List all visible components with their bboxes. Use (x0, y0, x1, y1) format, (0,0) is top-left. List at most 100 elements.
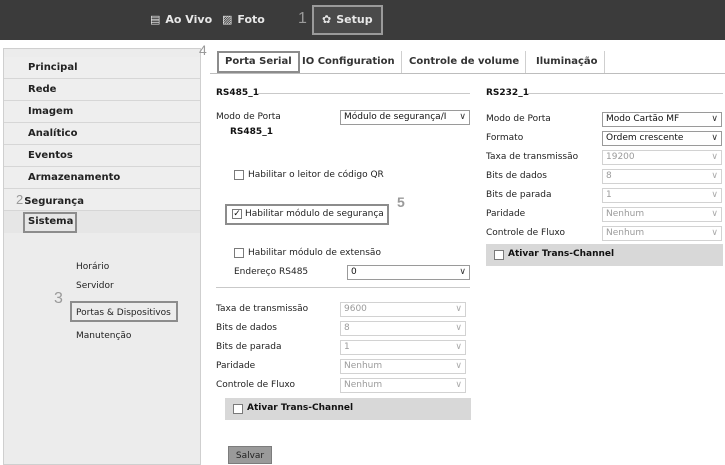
chevron-down-icon: ∨ (455, 342, 462, 352)
chevron-down-icon: ∨ (711, 133, 718, 143)
chevron-down-icon: ∨ (455, 323, 462, 333)
rs232-port-mode-value: Modo Cartão MF (606, 114, 680, 124)
rs232-format-select[interactable]: Ordem crescente ∨ (602, 131, 722, 146)
security-module-label: Habilitar módulo de segurança (245, 209, 384, 219)
chevron-down-icon: ∨ (459, 267, 466, 277)
extension-module-label: Habilitar módulo de extensão (248, 248, 381, 258)
rs232-baud-select[interactable]: 19200 ∨ (602, 150, 722, 165)
rs485-address-value: 0 (351, 267, 357, 277)
rs485-port-mode-value: Módulo de segurança/I (344, 112, 447, 122)
rs485-databits-select[interactable]: 8 ∨ (340, 321, 466, 336)
chevron-down-icon: ∨ (711, 171, 718, 181)
rs232-stopbits-select[interactable]: 1 ∨ (602, 188, 722, 203)
rs485-baud-label: Taxa de transmissão (216, 304, 309, 314)
chevron-down-icon: ∨ (459, 112, 466, 122)
rs232-parity-select[interactable]: Nenhum ∨ (602, 207, 722, 222)
step-number-1: 1 (298, 10, 307, 27)
sub-item-manutencao[interactable]: Manutenção (76, 331, 131, 341)
rs485-group-title: RS485_1 (216, 88, 259, 98)
rs232-databits-value: 8 (606, 171, 612, 181)
rs232-parity-label: Paridade (486, 209, 526, 219)
rs232-format-value: Ordem crescente (606, 133, 684, 143)
chevron-down-icon: ∨ (711, 114, 718, 124)
rs485-stopbits-value: 1 (344, 342, 350, 352)
rs485-trans-channel-bar: Ativar Trans-Channel (225, 398, 471, 420)
rs485-flow-select[interactable]: Nenhum ∨ (340, 378, 466, 393)
nav-live-label: Ao Vivo (165, 13, 213, 26)
rs232-stopbits-label: Bits de parada (486, 190, 552, 200)
rs485-inner-group-title: RS485_1 (230, 127, 273, 137)
sidebar-sistema-highlight (23, 212, 77, 233)
rs232-flow-value: Nenhum (606, 228, 645, 238)
rs232-trans-channel-checkbox[interactable] (494, 250, 504, 260)
rs232-flow-label: Controle de Fluxo (486, 228, 565, 238)
qr-reader-label: Habilitar o leitor de código QR (248, 170, 384, 180)
chevron-down-icon: ∨ (711, 209, 718, 219)
rs485-databits-label: Bits de dados (216, 323, 278, 333)
rs485-stopbits-label: Bits de parada (216, 342, 282, 352)
sidebar: Principal Rede Imagem Analítico Eventos … (3, 48, 201, 465)
tab-controle-volume[interactable]: Controle de volume (403, 51, 527, 73)
sub-item-portas-highlight (70, 301, 178, 322)
rs232-port-mode-label: Modo de Porta (486, 114, 551, 124)
tab-iluminacao[interactable]: Iluminação (530, 51, 605, 73)
rs232-stopbits-value: 1 (606, 190, 612, 200)
rs485-flow-value: Nenhum (344, 380, 383, 390)
rs485-address-select[interactable]: 0 ∨ (347, 265, 470, 280)
sidebar-item-seguranca[interactable]: 2Segurança (4, 189, 200, 211)
chevron-down-icon: ∨ (711, 228, 718, 238)
tab-io-configuration[interactable]: IO Configuration (296, 51, 402, 73)
save-button[interactable]: Salvar (228, 446, 272, 464)
sidebar-item-analitico[interactable]: Analítico (4, 123, 200, 145)
top-navigation-bar: ▤ Ao Vivo ▨ Foto 1 ✿ Setup (0, 0, 725, 40)
step-number-3: 3 (54, 290, 63, 307)
qr-reader-checkbox[interactable] (234, 170, 244, 180)
step-number-4: 4 (199, 42, 207, 58)
tab-porta-serial[interactable]: Porta Serial (217, 51, 300, 73)
chevron-down-icon: ∨ (711, 152, 718, 162)
nav-setup[interactable]: ✿ Setup (312, 5, 383, 35)
rs232-port-mode-select[interactable]: Modo Cartão MF ∨ (602, 112, 722, 127)
rs485-trans-channel-label: Ativar Trans-Channel (247, 403, 354, 413)
security-module-checkbox[interactable]: ✓ (232, 209, 242, 219)
chevron-down-icon: ∨ (455, 380, 462, 390)
nav-setup-label: Setup (336, 13, 373, 26)
sidebar-item-rede[interactable]: Rede (4, 79, 200, 101)
step-number-2: 2 (16, 192, 24, 207)
rs485-port-mode-select[interactable]: Módulo de segurança/I ∨ (340, 110, 470, 125)
rs232-format-label: Formato (486, 133, 524, 143)
image-icon: ▨ (222, 13, 233, 26)
rs485-parity-label: Paridade (216, 361, 256, 371)
sidebar-item-principal[interactable]: Principal (4, 57, 200, 79)
sidebar-item-imagem[interactable]: Imagem (4, 101, 200, 123)
rs232-baud-label: Taxa de transmissão (486, 152, 579, 162)
sub-item-horario[interactable]: Horário (76, 262, 109, 272)
nav-photo-label: Foto (237, 13, 265, 26)
rs232-flow-select[interactable]: Nenhum ∨ (602, 226, 722, 241)
sub-item-servidor[interactable]: Servidor (76, 281, 114, 291)
nav-photo[interactable]: ▨ Foto (222, 0, 265, 40)
rs485-flow-label: Controle de Fluxo (216, 380, 295, 390)
rs232-group-line (528, 93, 723, 94)
rs485-databits-value: 8 (344, 323, 350, 333)
rs485-baud-select[interactable]: 9600 ∨ (340, 302, 466, 317)
chevron-down-icon: ∨ (455, 304, 462, 314)
gear-icon: ✿ (322, 13, 332, 26)
rs485-parity-value: Nenhum (344, 361, 383, 371)
chevron-down-icon: ∨ (711, 190, 718, 200)
rs232-baud-value: 19200 (606, 152, 635, 162)
sidebar-item-eventos[interactable]: Eventos (4, 145, 200, 167)
extension-module-checkbox[interactable] (234, 248, 244, 258)
sidebar-item-seguranca-label: Segurança (24, 196, 84, 207)
chevron-down-icon: ∨ (455, 361, 462, 371)
rs485-divider (216, 287, 470, 288)
rs232-parity-value: Nenhum (606, 209, 645, 219)
rs485-parity-select[interactable]: Nenhum ∨ (340, 359, 466, 374)
rs232-databits-label: Bits de dados (486, 171, 548, 181)
nav-live[interactable]: ▤ Ao Vivo (150, 0, 212, 40)
rs485-trans-channel-checkbox[interactable] (233, 404, 243, 414)
step-number-5: 5 (397, 194, 405, 210)
sidebar-item-armazenamento[interactable]: Armazenamento (4, 167, 200, 189)
rs232-databits-select[interactable]: 8 ∨ (602, 169, 722, 184)
rs485-stopbits-select[interactable]: 1 ∨ (340, 340, 466, 355)
